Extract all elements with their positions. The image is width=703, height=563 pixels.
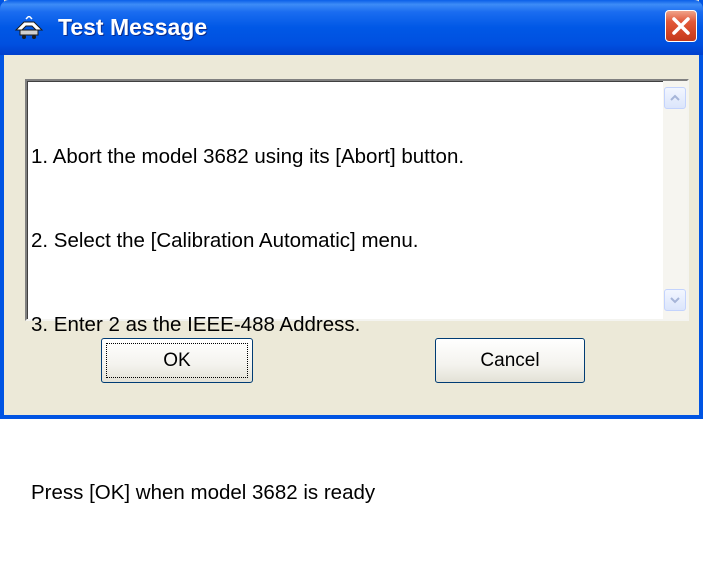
chevron-down-icon (670, 297, 680, 304)
cancel-button[interactable]: Cancel (435, 338, 585, 383)
message-line-1: 1. Abort the model 3682 using its [Abort… (31, 145, 465, 168)
ok-button[interactable]: OK (101, 338, 253, 383)
chevron-up-icon (670, 94, 680, 101)
message-textbox[interactable]: 1. Abort the model 3682 using its [Abort… (25, 79, 689, 504)
window-title: Test Message (58, 14, 208, 40)
focus-ring (106, 343, 248, 378)
message-line-3: 3. Enter 2 as the IEEE-488 Address. (31, 313, 361, 336)
message-line-2: 2. Select the [Calibration Automatic] me… (31, 229, 419, 252)
message-line-5: Press [OK] when model 3682 is ready (31, 481, 376, 504)
scroll-down-button[interactable] (664, 289, 686, 311)
vertical-scrollbar[interactable] (663, 81, 687, 319)
close-button[interactable] (665, 10, 697, 42)
close-icon (672, 17, 690, 35)
signal-generator-icon (14, 14, 44, 40)
message-text: 1. Abort the model 3682 using its [Abort… (31, 87, 651, 563)
dialog-window: Test Message 1. Abort the model 3682 usi… (0, 0, 703, 504)
title-bar[interactable]: Test Message (0, 0, 703, 55)
cancel-button-label: Cancel (480, 350, 540, 371)
scroll-up-button[interactable] (664, 87, 686, 109)
